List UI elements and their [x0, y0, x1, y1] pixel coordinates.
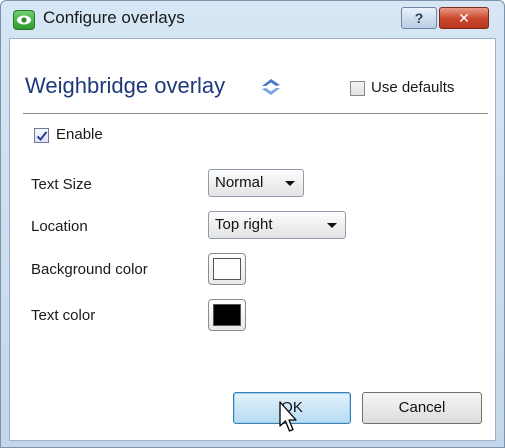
close-button[interactable]: ✕: [439, 7, 489, 29]
background-color-button[interactable]: [208, 253, 246, 285]
text-size-label: Text Size: [31, 176, 92, 193]
overlay-heading: Weighbridge overlay: [25, 73, 226, 98]
window-title: Configure overlays: [43, 8, 185, 27]
dialog-window: Configure overlays ? ✕ Weighbridge overl…: [0, 0, 505, 448]
header-separator: [23, 113, 488, 114]
location-select[interactable]: Top right: [208, 211, 346, 239]
location-label: Location: [31, 218, 88, 235]
text-color-swatch: [213, 304, 241, 326]
text-size-select[interactable]: Normal: [208, 169, 304, 197]
text-color-button[interactable]: [208, 299, 246, 331]
use-defaults-label: Use defaults: [371, 79, 455, 96]
text-color-label: Text color: [31, 307, 96, 324]
background-color-swatch: [213, 258, 241, 280]
mouse-pointer-icon: [279, 401, 297, 432]
eye-icon: [13, 10, 35, 30]
chevron-down-icon: [285, 181, 295, 186]
cancel-button[interactable]: Cancel: [362, 392, 482, 424]
enable-label: Enable: [56, 126, 103, 143]
title-bar[interactable]: Configure overlays ? ✕: [1, 1, 504, 37]
enable-checkbox[interactable]: [34, 128, 49, 143]
location-value: Top right: [215, 216, 273, 233]
use-defaults-checkbox[interactable]: [350, 81, 365, 96]
checkmark-icon: [36, 131, 48, 141]
text-size-value: Normal: [215, 174, 264, 191]
chevron-down-icon: [327, 223, 337, 228]
help-button[interactable]: ?: [401, 7, 437, 29]
background-color-label: Background color: [31, 261, 148, 278]
refresh-icon[interactable]: [258, 76, 284, 98]
